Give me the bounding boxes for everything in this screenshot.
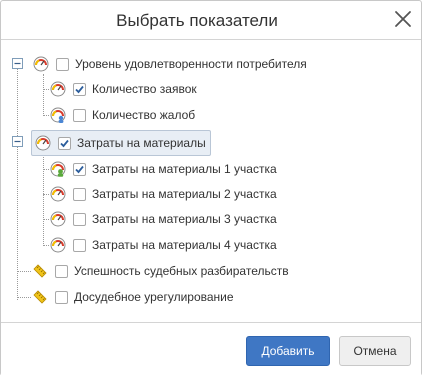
- select-indicators-dialog: Выбрать показатели Уровень удовлетворенн…: [0, 0, 422, 376]
- tree-node-label: Успешность судебных разбирательств: [74, 264, 289, 278]
- checkmark-icon: [75, 85, 84, 93]
- checkbox[interactable]: [55, 264, 68, 278]
- tree-node[interactable]: Затраты на материалы 1 участка: [49, 158, 277, 180]
- ruler-icon: [31, 262, 49, 280]
- tree-connector: [17, 64, 18, 300]
- tree-connector: [43, 74, 44, 116]
- tree-connector: [17, 271, 31, 272]
- checkbox-checked[interactable]: [73, 162, 86, 176]
- collapse-toggle-icon[interactable]: [12, 136, 23, 147]
- checkbox[interactable]: [56, 57, 69, 71]
- close-icon[interactable]: [393, 9, 413, 29]
- ruler-icon: [31, 288, 49, 306]
- tree-node-label: Количество жалоб: [92, 108, 196, 122]
- checkbox[interactable]: [73, 212, 86, 226]
- tree-node[interactable]: Успешность судебных разбирательств: [31, 260, 289, 282]
- checkbox[interactable]: [73, 187, 86, 201]
- gauge-icon: [34, 134, 52, 152]
- gauge-icon: [49, 236, 67, 254]
- add-button[interactable]: Добавить: [246, 336, 330, 366]
- checkmark-icon: [60, 139, 69, 147]
- tree-node-label: Количество заявок: [92, 82, 197, 96]
- tree-connector: [17, 297, 31, 298]
- tree-node-selected[interactable]: Затраты на материалы: [31, 130, 211, 156]
- tree-node-label: Затраты на материалы 4 участка: [92, 238, 277, 252]
- collapse-toggle-icon[interactable]: [12, 58, 23, 69]
- tree-node-label: Затраты на материалы 3 участка: [92, 212, 277, 226]
- tree-node[interactable]: Затраты на материалы 2 участка: [49, 183, 277, 205]
- dialog-footer: Добавить Отмена: [1, 322, 421, 376]
- tree-node-label: Затраты на материалы 2 участка: [92, 187, 277, 201]
- indicator-tree: Уровень удовлетворенности потребителя Ко…: [1, 40, 421, 322]
- tree-node[interactable]: Количество жалоб: [49, 104, 195, 126]
- gauge-icon: [49, 185, 67, 203]
- gauge-user-icon: [49, 106, 67, 124]
- tree-node[interactable]: Затраты на материалы 3 участка: [49, 208, 277, 230]
- tree-node[interactable]: Досудебное урегулирование: [31, 286, 234, 308]
- gauge-icon: [49, 210, 67, 228]
- gauge-user-icon: [49, 160, 67, 178]
- tree-node[interactable]: Количество заявок: [49, 78, 197, 100]
- checkbox-checked[interactable]: [58, 136, 71, 150]
- cancel-button[interactable]: Отмена: [339, 336, 411, 366]
- tree-node-label: Затраты на материалы 1 участка: [92, 162, 277, 176]
- gauge-icon: [49, 80, 67, 98]
- tree-node[interactable]: Уровень удовлетворенности потребителя: [32, 53, 307, 75]
- tree-node-label: Досудебное урегулирование: [74, 290, 234, 304]
- checkbox[interactable]: [73, 108, 86, 122]
- checkbox[interactable]: [55, 290, 68, 304]
- tree-node[interactable]: Затраты на материалы 4 участка: [49, 234, 277, 256]
- gauge-icon: [32, 55, 50, 73]
- tree-connector: [43, 150, 44, 246]
- tree-node-label: Затраты на материалы: [77, 136, 206, 150]
- tree-node-label: Уровень удовлетворенности потребителя: [75, 57, 307, 71]
- dialog-title: Выбрать показатели: [116, 11, 278, 30]
- dialog-header: Выбрать показатели: [1, 1, 421, 40]
- checkbox[interactable]: [73, 238, 86, 252]
- checkbox-checked[interactable]: [73, 82, 86, 96]
- checkmark-icon: [75, 165, 84, 173]
